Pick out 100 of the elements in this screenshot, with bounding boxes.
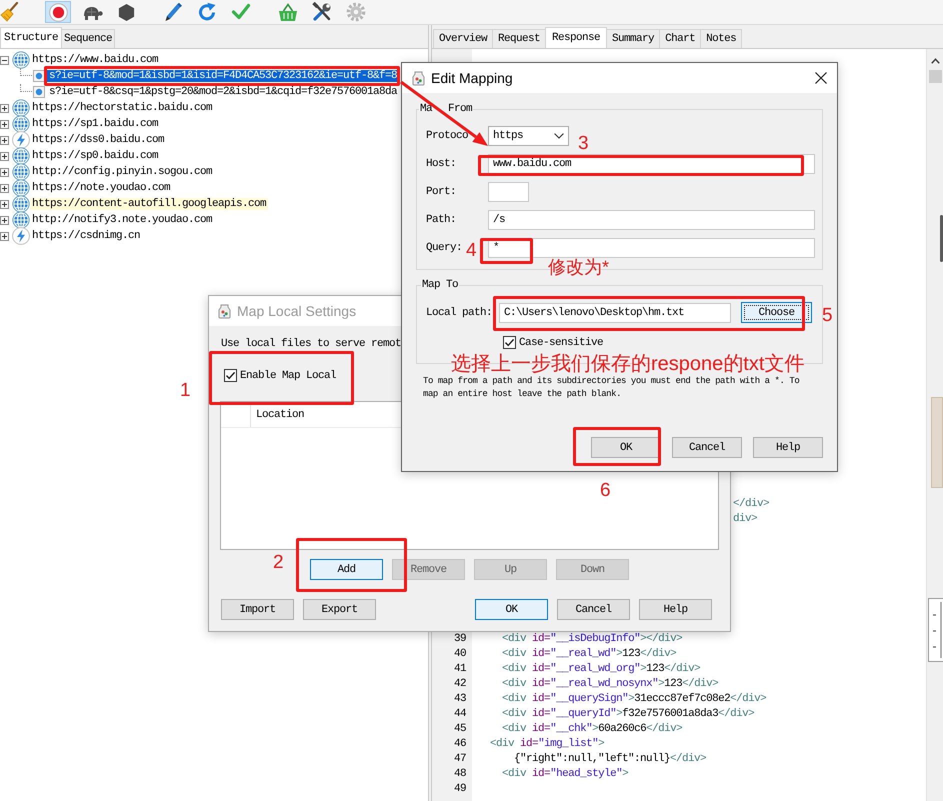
scroll-up-icon[interactable] xyxy=(930,58,940,64)
vertical-bar xyxy=(940,215,943,262)
tab[interactable]: Overview xyxy=(433,29,494,48)
tree-item[interactable]: s?ie=utf-8&csq=1&pstg=20&mod=2&isbd=1&cqid=f32e7576001a8da xyxy=(47,86,400,98)
checkbox-label: Enable Map Local xyxy=(240,370,336,382)
field-label: Host: xyxy=(426,158,456,170)
dialog-button[interactable]: Help xyxy=(753,437,823,458)
tools-icon[interactable] xyxy=(312,2,332,22)
code-line: <div id="__isDebugInfo"></div> xyxy=(502,632,682,644)
expand-icon[interactable] xyxy=(0,232,9,240)
checkbox[interactable] xyxy=(503,336,516,349)
tree-item[interactable]: https://sp0.baidu.com xyxy=(30,150,160,162)
record-button[interactable] xyxy=(45,1,71,23)
step-number: 4 xyxy=(466,240,477,261)
expand-icon[interactable] xyxy=(0,168,9,176)
expand-icon[interactable] xyxy=(0,184,9,192)
dialog-button[interactable]: Help xyxy=(639,599,712,620)
expand-icon[interactable] xyxy=(0,200,9,208)
dialog-button[interactable]: Choose xyxy=(741,302,812,323)
checkbox[interactable] xyxy=(224,369,237,382)
close-icon[interactable] xyxy=(815,72,827,84)
expand-icon[interactable] xyxy=(0,216,9,224)
dialog-button[interactable]: Add xyxy=(310,559,383,580)
column-header[interactable]: Location xyxy=(256,408,304,420)
scrollbar[interactable] xyxy=(926,49,943,801)
pen-icon[interactable] xyxy=(164,2,182,22)
input-field[interactable]: * xyxy=(488,238,815,258)
check-icon[interactable] xyxy=(231,3,251,21)
expand-icon[interactable] xyxy=(0,136,9,144)
tree-item[interactable]: s?ie=utf-8&mod=1&isbd=1&isid=F4D4CA53C7323162&ie=utf-8&f=8 xyxy=(47,70,400,82)
line-number: 48 xyxy=(452,768,466,780)
input-field[interactable] xyxy=(488,182,529,202)
refresh-icon[interactable] xyxy=(197,2,217,22)
description-text: Use local files to serve remot xyxy=(221,338,402,351)
window-title: Edit Mapping xyxy=(431,70,513,86)
dialog-button[interactable]: Cancel xyxy=(557,599,630,620)
tree-item[interactable]: https://csdnimg.cn xyxy=(30,230,142,242)
line-number: 45 xyxy=(452,722,466,734)
group-label: From xyxy=(448,104,472,115)
hexagon-icon[interactable] xyxy=(116,2,136,22)
tab[interactable]: Chart xyxy=(659,29,702,48)
record-icon xyxy=(48,2,68,22)
globe-icon xyxy=(12,147,30,165)
dialog-button[interactable]: Export xyxy=(303,599,376,620)
field-label: Local path: xyxy=(426,306,489,318)
line-number: 40 xyxy=(452,648,466,660)
tab[interactable]: Notes xyxy=(700,29,742,48)
input-field[interactable]: C:\Users\lenovo\Desktop\hm.txt xyxy=(499,302,731,322)
tree-item[interactable]: https://note.youdao.com xyxy=(30,182,172,194)
tree-item[interactable]: http://config.pinyin.sogou.com xyxy=(30,166,214,178)
field-label: Port: xyxy=(426,186,456,198)
tab[interactable]: Sequence xyxy=(61,29,116,48)
line-number: 49 xyxy=(452,782,466,794)
tab[interactable]: Request xyxy=(492,29,546,48)
step-number: 3 xyxy=(578,133,589,154)
expand-icon[interactable] xyxy=(0,104,9,112)
checkbox-label: Case-sensitive xyxy=(519,336,604,348)
globe-icon xyxy=(12,99,30,117)
dialog-button[interactable]: OK xyxy=(591,437,661,458)
line-number: 47 xyxy=(452,752,466,764)
app-icon xyxy=(412,70,425,86)
expand-icon[interactable] xyxy=(0,120,9,128)
line-number: 39 xyxy=(452,632,466,644)
collapse-icon[interactable] xyxy=(0,56,9,64)
broom-icon[interactable] xyxy=(0,2,20,22)
tab[interactable]: Summary xyxy=(606,29,660,48)
expand-icon[interactable] xyxy=(0,152,9,160)
code-line: </div> xyxy=(733,498,770,510)
tree-item[interactable]: https://hectorstatic.baidu.com xyxy=(30,102,214,114)
dialog-button[interactable]: OK xyxy=(475,599,548,620)
tab[interactable]: Structure xyxy=(0,27,62,48)
tree-item[interactable]: https://dss0.baidu.com xyxy=(30,134,166,146)
code-line: div> xyxy=(733,512,758,524)
step-number: 5 xyxy=(822,305,833,326)
select-field[interactable]: https xyxy=(488,126,569,146)
tab[interactable]: Response xyxy=(545,27,608,48)
code-line: <div id="__chk">60a260c6</div> xyxy=(502,722,682,734)
input-field[interactable]: /s xyxy=(488,210,815,230)
chevron-down-icon xyxy=(554,133,564,139)
tree-item[interactable]: https://www.baidu.com xyxy=(30,54,160,66)
dialog-button[interactable]: Import xyxy=(221,599,294,620)
field-label: Path: xyxy=(426,214,456,226)
tree-connector xyxy=(20,68,32,76)
code-line: <div id="__real_wd_org">123</div> xyxy=(502,662,700,674)
document-icon xyxy=(33,86,45,98)
dialog-button[interactable]: Cancel xyxy=(672,437,742,458)
tree-item[interactable]: http://notify3.note.youdao.com xyxy=(30,214,214,226)
code-line: <div id="img_list"> xyxy=(490,738,604,750)
field-label: Query: xyxy=(426,242,462,254)
globe-icon xyxy=(12,195,30,213)
tree-item[interactable]: https://content-autofill.googleapis.com xyxy=(30,198,268,210)
scroll-thumb[interactable] xyxy=(928,70,942,83)
globe-icon xyxy=(12,211,30,229)
code-line: <div id="__queryId">f32e7576001a8da3</div> xyxy=(502,708,754,720)
globe-icon xyxy=(12,115,30,133)
tree-connector xyxy=(20,84,32,92)
basket-icon[interactable] xyxy=(278,2,298,22)
group-label: Map To xyxy=(422,280,458,291)
highlight-frame xyxy=(480,238,533,264)
tree-item[interactable]: https://sp1.baidu.com xyxy=(30,118,160,130)
